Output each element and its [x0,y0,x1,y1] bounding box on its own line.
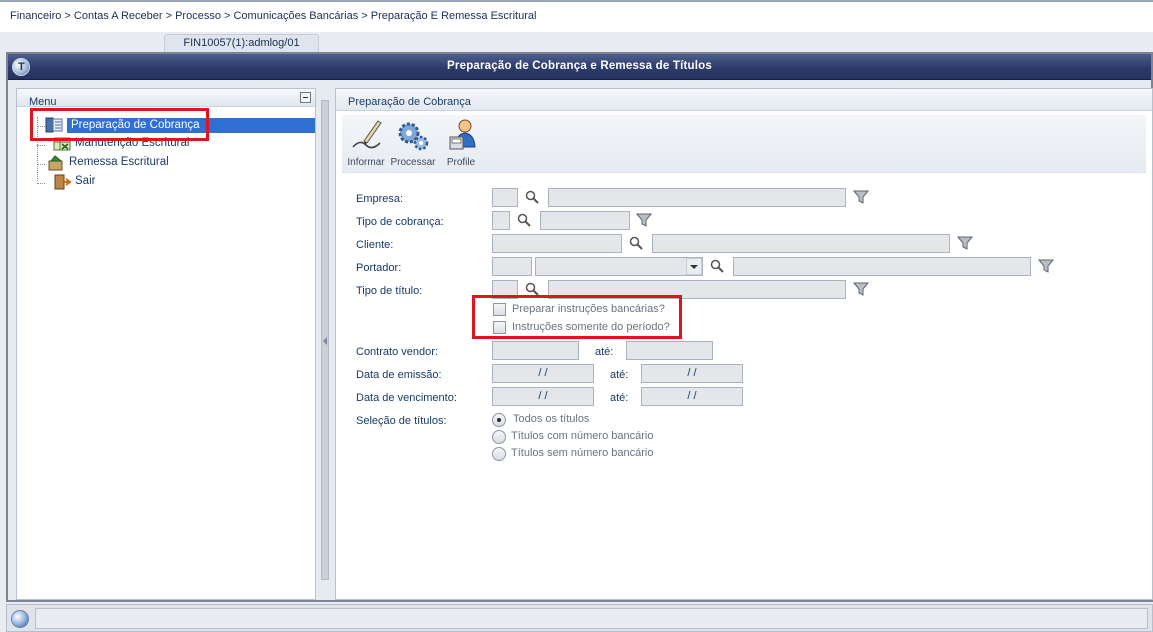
window-body: Menu Preparação de Cobrança Manutenção E… [8,80,1153,600]
tab-fin10057[interactable]: FIN10057(1):admlog/01 [164,34,319,52]
exit-icon [54,174,71,190]
menu-item-label: Sair [75,175,96,187]
radio-sem-numero[interactable] [492,447,506,461]
instrucoes-checkbox-label: Instruções somente do período? [512,321,670,333]
menu-panel: Menu Preparação de Cobrança Manutenção E… [16,88,316,600]
radio-com-numero-label: Títulos com número bancário [511,430,654,442]
ate-label: até: [595,346,614,358]
main-panel: Preparação de Cobrança Informar Processa… [335,88,1153,600]
ate-label: até: [610,392,629,404]
breadcrumb: Financeiro > Contas A Receber > Processo… [0,0,1153,32]
preparar-checkbox[interactable] [493,303,506,316]
user-profile-icon [449,119,476,150]
minimize-icon[interactable] [300,92,311,103]
portador-select[interactable] [535,257,703,276]
main-header: Preparação de Cobrança [336,89,1152,111]
filter-icon[interactable] [957,235,973,251]
processar-button[interactable]: Processar [390,117,436,171]
tipo-cobranca-name-input[interactable] [540,211,630,230]
search-icon[interactable] [629,236,643,250]
vencimento-to-input[interactable]: / / [641,387,743,406]
chevron-down-icon[interactable] [686,258,702,275]
informar-button[interactable]: Informar [344,117,388,171]
filter-icon[interactable] [636,212,652,228]
filter-icon[interactable] [853,281,869,297]
panel-splitter[interactable] [321,100,329,580]
radio-todos[interactable] [492,413,506,427]
portador-label: Portador: [356,262,402,274]
empresa-label: Empresa: [356,193,404,205]
tipo-titulo-label: Tipo de título: [356,285,423,297]
window-title: Preparação de Cobrança e Remessa de Títu… [447,60,712,72]
search-icon[interactable] [710,259,724,273]
status-bar [6,604,1153,632]
emissao-from-input[interactable]: / / [492,364,594,383]
status-field [35,608,1148,629]
tree-connector [37,183,45,184]
menu-item-label: Remessa Escritural [69,156,169,168]
vencimento-label: Data de vencimento: [356,392,457,404]
portador-code-input[interactable] [492,257,532,276]
tipo-cobranca-code-input[interactable] [492,211,510,230]
tab-bar: FIN10057(1):admlog/01 [0,32,1153,52]
emissao-to-input[interactable]: / / [641,364,743,383]
profile-button[interactable]: Profile [439,117,483,171]
main-title: Preparação de Cobrança [348,96,471,108]
filter-icon[interactable] [1038,258,1054,274]
menu-header: Menu [17,89,315,108]
contrato-label: Contrato vendor: [356,346,438,358]
selecao-label: Seleção de títulos: [356,415,447,427]
breadcrumb-text[interactable]: Financeiro > Contas A Receber > Processo… [10,10,536,22]
radio-todos-label: Todos os títulos [513,413,590,425]
window-titlebar: Preparação de Cobrança e Remessa de Títu… [8,54,1151,80]
tree-connector [37,164,45,165]
search-icon[interactable] [525,282,539,296]
highlight-box [30,108,209,141]
globe-icon[interactable] [11,610,29,628]
instrucoes-checkbox[interactable] [493,321,506,334]
toolbar: Informar Processar Profile [342,115,1146,173]
menu-title: Menu [29,96,57,108]
vencimento-from-input[interactable]: / / [492,387,594,406]
gears-icon [398,122,429,151]
program-window: Preparação de Cobrança e Remessa de Títu… [6,52,1153,602]
emissao-label: Data de emissão: [356,369,442,381]
radio-sem-numero-label: Títulos sem número bancário [511,447,654,459]
ate-label: até: [610,369,629,381]
search-icon[interactable] [517,213,531,227]
cliente-label: Cliente: [356,239,394,251]
search-icon[interactable] [525,190,539,204]
empresa-code-input[interactable] [492,188,518,207]
radio-com-numero[interactable] [492,430,506,444]
empresa-name-input[interactable] [548,188,846,207]
portador-name-input[interactable] [733,257,1031,276]
pen-icon [352,120,382,149]
contrato-to-input[interactable] [626,341,713,360]
filter-icon[interactable] [853,189,869,205]
tipo-cobranca-label: Tipo de cobrança: [356,216,444,228]
cliente-code-input[interactable] [492,234,622,253]
contrato-from-input[interactable] [492,341,579,360]
tree-connector [37,145,45,146]
preparar-checkbox-label: Preparar instruções bancárias? [512,303,665,315]
cliente-name-input[interactable] [652,234,950,253]
send-icon [48,155,63,171]
profile-label: Profile [446,157,476,168]
